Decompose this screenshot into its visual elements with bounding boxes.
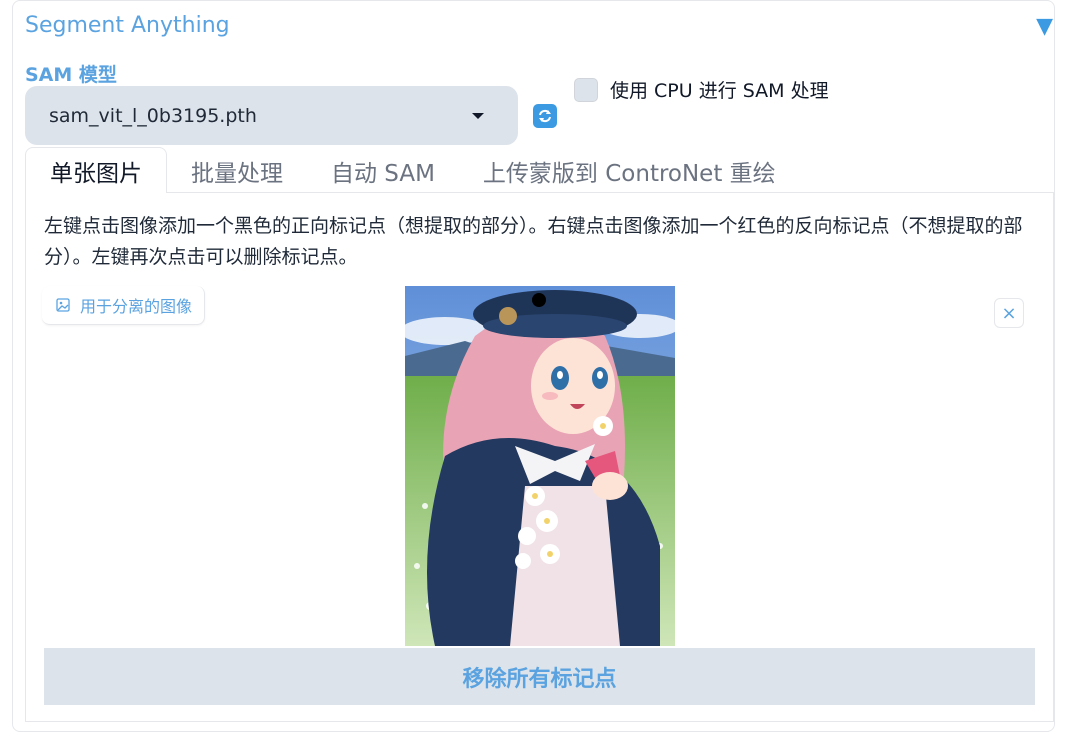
cpu-checkbox-label: 使用 CPU 进行 SAM 处理: [610, 80, 829, 102]
accordion-title[interactable]: Segment Anything: [25, 13, 230, 38]
sam-model-selected-value: sam_vit_l_0b3195.pth: [49, 104, 257, 127]
image-label-text: 用于分离的图像: [80, 297, 193, 316]
tab-bar: 单张图片 批量处理 自动 SAM 上传蒙版到 ControNet 重绘: [25, 147, 800, 193]
tab-batch[interactable]: 批量处理: [167, 148, 307, 193]
clear-image-button[interactable]: ×: [994, 298, 1024, 328]
collapse-toggle-icon[interactable]: ▼: [1036, 14, 1053, 39]
sam-model-label: SAM 模型: [25, 64, 117, 86]
tab-single-image[interactable]: 单张图片: [25, 147, 167, 193]
refresh-models-button[interactable]: [533, 104, 557, 128]
sam-model-dropdown[interactable]: sam_vit_l_0b3195.pth: [25, 86, 518, 145]
image-input-label: 用于分离的图像: [42, 286, 206, 325]
close-icon: ×: [1001, 302, 1017, 324]
instructions-text: 左键点击图像添加一个黑色的正向标记点（想提取的部分）。右键点击图像添加一个红色的…: [44, 215, 1023, 268]
tab-auto-sam[interactable]: 自动 SAM: [307, 148, 459, 193]
segmentation-image[interactable]: [405, 286, 675, 646]
checkbox-box[interactable]: [574, 77, 598, 102]
chevron-down-icon: [472, 112, 484, 119]
image-icon: [56, 298, 70, 312]
remove-all-points-button[interactable]: 移除所有标记点: [44, 648, 1035, 705]
refresh-icon: [539, 109, 551, 123]
tab-upload-controlnet[interactable]: 上传蒙版到 ControNet 重绘: [459, 148, 800, 193]
cpu-checkbox[interactable]: 使用 CPU 进行 SAM 处理: [574, 76, 829, 103]
anime-girl-illustration: [405, 286, 675, 646]
